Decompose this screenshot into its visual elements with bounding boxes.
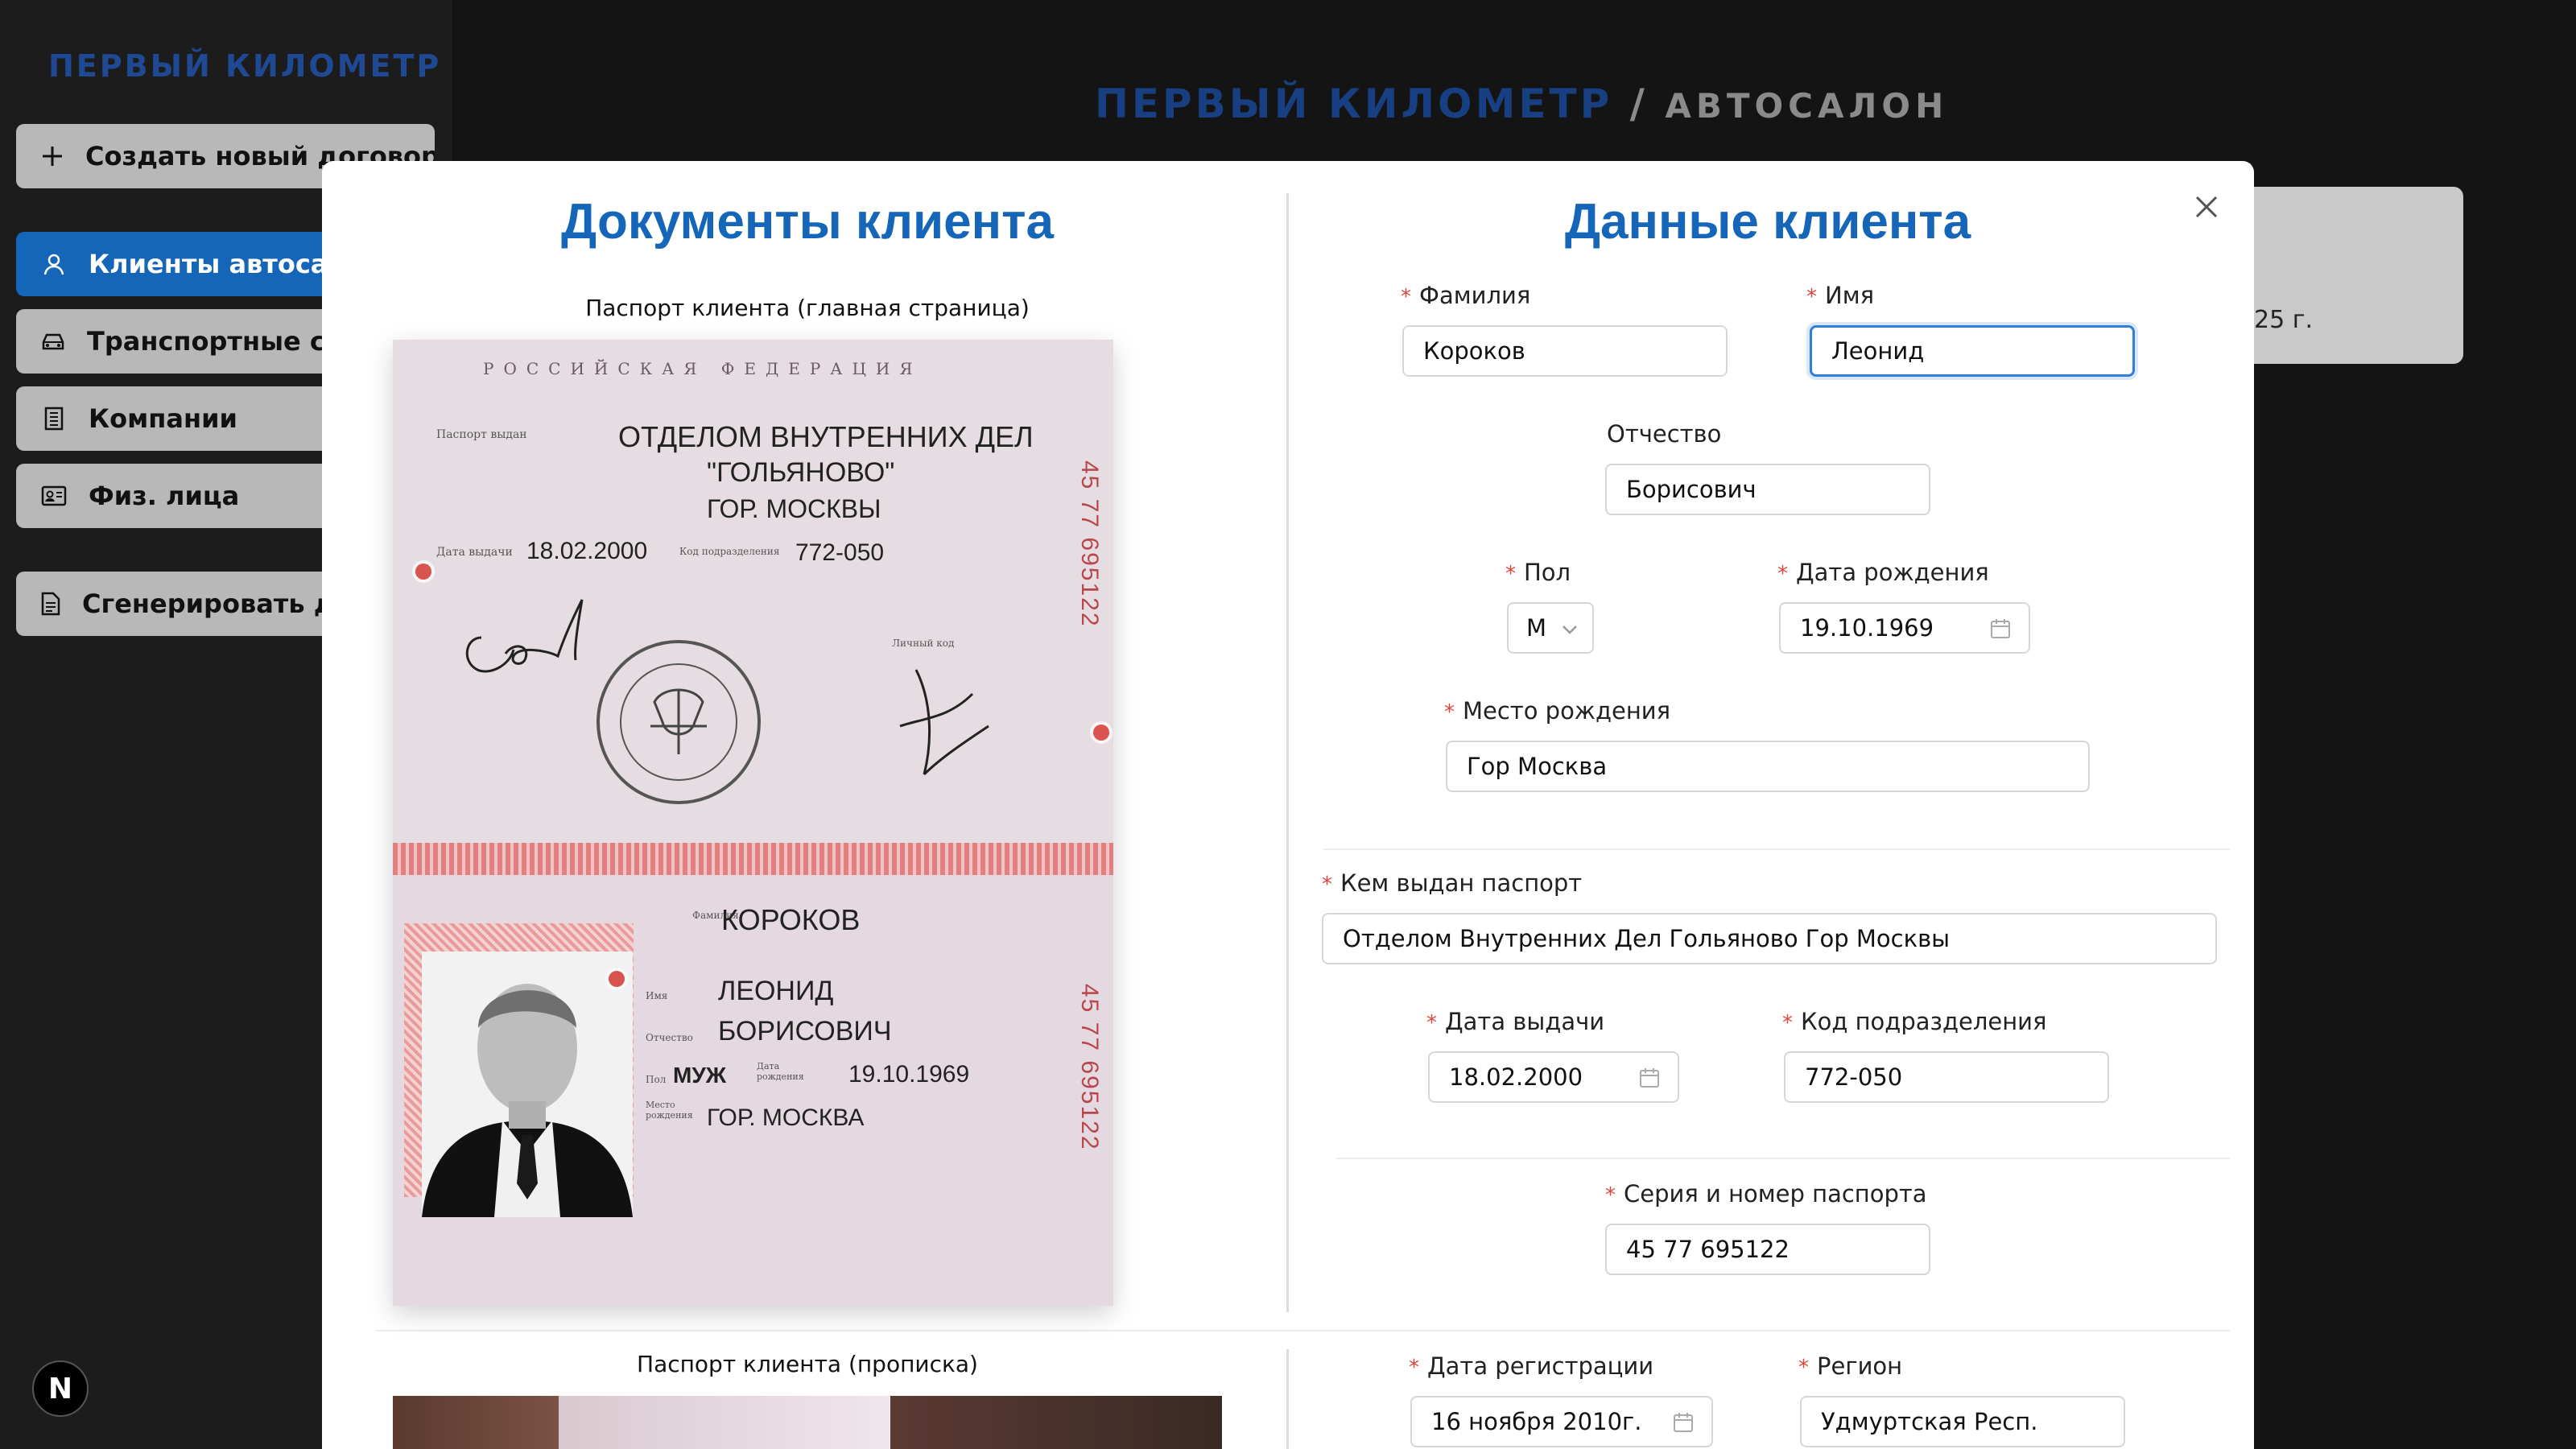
passport-country: РОССИЙСКАЯ ФЕДЕРАЦИЯ (483, 359, 923, 378)
background-card-text: 25 г. (2254, 306, 2314, 334)
section-divider (1336, 1158, 2230, 1159)
user-icon (40, 250, 68, 278)
passport-birth-date: 19.10.1969 (848, 1061, 970, 1088)
surname-label: * Фамилия (1401, 282, 1531, 309)
passport-issued-by-2: "ГОЛЬЯНОВО" (707, 457, 895, 488)
issue-date-input[interactable]: 18.02.2000 (1428, 1051, 1679, 1103)
name-input[interactable]: Леонид (1810, 325, 2135, 377)
surname-input[interactable]: Короков (1402, 325, 1728, 377)
close-button[interactable] (2185, 185, 2228, 229)
passport-series-number-vertical: 45 77 695122 (1076, 460, 1103, 628)
passport-patronymic: БОРИСОВИЧ (718, 1016, 892, 1046)
page-header: ПЕРВЫЙ КИЛОМЕТР / АВТОСАЛОН (1095, 80, 1948, 127)
sex-label: * Пол (1505, 559, 1571, 586)
name-label: * Имя (1806, 282, 1875, 309)
passport-issue-date-label: Дата выдачи (436, 546, 513, 559)
header-section: АВТОСАЛОН (1665, 86, 1949, 126)
passport-personal-label: Личный код (892, 638, 955, 649)
holder-photo (422, 952, 633, 1217)
id-card-icon (40, 482, 68, 510)
passport-issued-by-1: ОТДЕЛОМ ВНУТРЕННИХ ДЕЛ (618, 420, 1034, 453)
passport-sex-label: Пол (646, 1074, 667, 1085)
registration-date-input[interactable]: 16 ноября 2010г. (1410, 1396, 1713, 1447)
region-label: * Регион (1798, 1352, 1903, 1380)
passport-main-caption: Паспорт клиента (главная страница) (585, 295, 1030, 321)
plus-icon (40, 142, 64, 170)
car-icon (40, 328, 66, 355)
birth-place-input[interactable]: Гор Москва (1446, 741, 2090, 792)
client-data-title: Данные клиента (1564, 194, 1971, 250)
section-divider (1323, 848, 2230, 850)
issue-date-value: 18.02.2000 (1449, 1063, 1583, 1091)
document-icon (40, 590, 61, 617)
sidebar-item-label: Физ. лица (89, 481, 240, 511)
calendar-icon[interactable] (1671, 1410, 1695, 1435)
passport-place: ГОР. МОСКВА (707, 1104, 865, 1131)
passport-registration-caption: Паспорт клиента (прописка) (637, 1351, 978, 1377)
birth-date-label: * Дата рождения (1777, 559, 1989, 586)
sidebar-logo: ПЕРВЫЙ КИЛОМЕТР (48, 48, 442, 84)
passport-fold-band (393, 843, 1113, 875)
passport-sex: МУЖ (673, 1063, 727, 1088)
client-modal: Документы клиента Данные клиента Паспорт… (322, 161, 2254, 1449)
header-brand: ПЕРВЫЙ КИЛОМЕТР (1095, 80, 1613, 127)
passport-place-label: Место рождения (646, 1100, 693, 1121)
holder-signature (899, 669, 989, 776)
passport-issued-label: Паспорт выдан (436, 428, 527, 441)
passport-main-image[interactable]: РОССИЙСКАЯ ФЕДЕРАЦИЯ Паспорт выдан ОТДЕЛ… (393, 340, 1113, 1306)
passport-issue-date: 18.02.2000 (526, 538, 648, 564)
passport-code-label: Код подразделения (679, 546, 780, 557)
sex-select-value: М (1526, 614, 1547, 642)
patronymic-input[interactable]: Борисович (1605, 464, 1930, 515)
calendar-icon[interactable] (1637, 1066, 1662, 1090)
passport-patronymic-label: Отчество (646, 1032, 693, 1043)
birth-date-value: 19.10.1969 (1800, 614, 1934, 642)
passport-number-input[interactable]: 45 77 695122 (1605, 1224, 1930, 1275)
sex-select[interactable]: М (1507, 602, 1594, 654)
official-seal-icon (597, 640, 761, 804)
chevron-down-icon (1563, 625, 1577, 634)
documents-title: Документы клиента (561, 194, 1054, 250)
patronymic-label: Отчество (1607, 420, 1722, 448)
calendar-icon[interactable] (1988, 617, 2013, 641)
passport-surname: КОРОКОВ (721, 903, 861, 936)
passport-issued-by-3: ГОР. МОСКВЫ (707, 494, 881, 523)
division-code-label: * Код подразделения (1782, 1008, 2047, 1035)
issued-by-input[interactable]: Отделом Внутренних Дел Гольяново Гор Мос… (1322, 913, 2217, 964)
passport-registration-image[interactable] (393, 1396, 1222, 1449)
sidebar-item-label: Компании (89, 403, 237, 434)
birth-place-label: * Место рождения (1444, 697, 1671, 724)
passport-name-label: Имя (646, 990, 668, 1001)
passport-number-label: * Серия и номер паспорта (1605, 1180, 1927, 1208)
registration-date-label: * Дата регистрации (1409, 1352, 1654, 1380)
region-input[interactable]: Удмуртская Респ. (1800, 1396, 2125, 1447)
issued-by-label: * Кем выдан паспорт (1322, 869, 1583, 897)
passport-birth-label: Дата рождения (757, 1061, 804, 1082)
registration-date-value: 16 ноября 2010г. (1431, 1408, 1642, 1435)
birth-date-input[interactable]: 19.10.1969 (1779, 602, 2030, 654)
next-badge[interactable]: N (32, 1360, 89, 1417)
close-icon (2195, 196, 2218, 218)
division-code-input[interactable]: 772-050 (1784, 1051, 2109, 1103)
passport-code: 772-050 (795, 539, 885, 566)
section-divider (375, 1330, 2230, 1331)
column-divider (1286, 1349, 1289, 1449)
column-divider (1286, 193, 1289, 1312)
marker-dot (415, 564, 431, 580)
marker-dot (1093, 724, 1109, 741)
passport-name: ЛЕОНИД (718, 976, 834, 1006)
building-icon (40, 405, 68, 432)
header-separator: / (1612, 80, 1666, 127)
issue-date-label: * Дата выдачи (1426, 1008, 1605, 1035)
marker-dot (609, 971, 625, 987)
passport-series-number-vertical: 45 77 695122 (1076, 984, 1103, 1151)
